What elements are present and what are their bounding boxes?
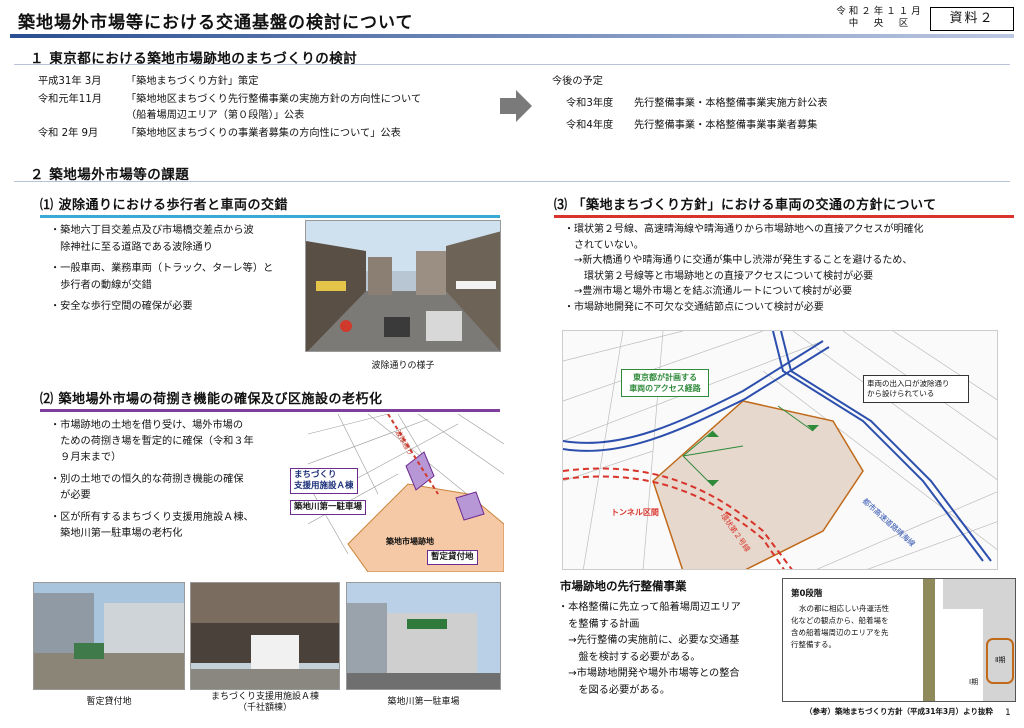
title-rule	[10, 34, 1014, 38]
building-a-photo	[190, 582, 340, 690]
future-item: 令和4年度 先行整備事業・本格整備事業事業者募集	[566, 120, 818, 131]
sub2-bullets: ・市場跡地の土地を借り受け、場外市場の ための荷捌き場を暫定的に確保（令和３年 …	[50, 420, 254, 539]
section2-rule	[14, 181, 1010, 182]
stage-label-2: Ⅱ期	[995, 656, 1006, 664]
date-block: 令和２年１１月 中 央 区	[835, 6, 925, 30]
history-item: 平成31年 3月 「築地まちづくり方針」策定	[38, 76, 259, 87]
section1-rule	[14, 64, 1010, 65]
tunnel-label: トンネル区間	[611, 508, 659, 517]
history-item: 令和元年11月 「築地地区まちづくり先行整備事業の実施方針の方向性について	[38, 94, 422, 105]
temp-land-caption: 暫定貸付地	[86, 697, 132, 707]
arrow-right-icon	[500, 90, 532, 122]
history-list: 平成31年 3月 「築地まちづくり方針」策定 令和元年11月 「築地地区まちづくり先…	[38, 74, 421, 142]
access-route-callout: 東京都が計画する 車両のアクセス経路	[621, 369, 709, 397]
future-heading: 今後の予定	[552, 76, 603, 87]
sub4-heading: 市場跡地の先行整備事業	[560, 579, 687, 593]
building-a-label: まちづくり 支援用施設Ａ棟	[290, 468, 358, 494]
street-photo-caption: 波除通りの様子	[371, 361, 435, 371]
sub3-heading: ⑶ 「築地まちづくり方針」における車両の交通の方針について	[554, 194, 1014, 218]
author-line: 中 央 区	[848, 18, 912, 29]
building-a-caption: まちづくり支援用施設Ａ棟 （千社額棟）	[210, 692, 319, 713]
future-item: 令和3年度 先行整備事業・本格整備事業実施方針公表	[566, 98, 828, 109]
stage-label-1: Ⅰ期	[969, 678, 979, 686]
parking-photo	[346, 582, 501, 690]
parking-caption: 築地川第一駐車場	[387, 697, 460, 707]
temp-land-photo	[33, 582, 185, 690]
reference-note: （参考）築地まちづくり方針（平成31年3月）より抜粋	[805, 707, 994, 716]
page-number: 1	[1005, 708, 1011, 718]
sub2-heading: ⑵ 築地場外市場の荷捌き機能の確保及び区施設の老朽化	[40, 388, 500, 412]
street-photo	[305, 220, 501, 352]
site-label: 築地市場跡地	[386, 537, 434, 546]
temp-land-label: 暫定貸付地	[427, 550, 478, 565]
stage-zero-text: 水の都に相応しい舟運活性 化などの観点から、船着場を 含め船着場周辺のエリアを先…	[791, 604, 889, 649]
history-item: （船着場周辺エリア（第０段階）」公表	[126, 110, 305, 121]
future-list: 今後の予定 令和3年度 先行整備事業・本格整備事業実施方針公表 令和4年度 先行整備…	[552, 74, 828, 134]
access-map: 東京都が計画する 車両のアクセス経路 車両の出入口が波除通り から設けられている…	[562, 330, 998, 570]
sub1-bullets: ・築地六丁目交差点及び市場橋交差点から波 除神社に至る道路である波除通り ・一般…	[50, 225, 274, 312]
date-line: 令和２年１１月	[836, 6, 924, 17]
stage-zero-panel: 第0段階 水の都に相応しい舟運活性 化などの観点から、船着場を 含め船着場周辺の…	[782, 578, 1016, 702]
history-item: 令和 2年 9月 「築地地区まちづくりの事業者募集の方向性について」公表	[38, 128, 401, 139]
section2-heading: ２ 築地場外市場等の課題	[30, 167, 190, 183]
entrance-callout: 車両の出入口が波除通り から設けられている	[863, 375, 969, 403]
sub4-bullets: ・本格整備に先立って船着場周辺エリア を整備する計画 →先行整備の実施前に、必要…	[558, 602, 741, 696]
page-title: 築地場外市場等における交通基盤の検討について	[18, 13, 414, 33]
stage-zero-title: 第0段階	[791, 589, 823, 599]
document-number: 資料２	[930, 7, 1014, 31]
sub1-heading: ⑴ 波除通りにおける歩行者と車両の交錯	[40, 194, 500, 218]
sub3-bullets: ・環状第２号線、高速晴海線や晴海通りから市場跡地への直接アクセスが明確化 されて…	[564, 224, 924, 313]
parking-label: 築地川第一駐車場	[290, 500, 367, 515]
